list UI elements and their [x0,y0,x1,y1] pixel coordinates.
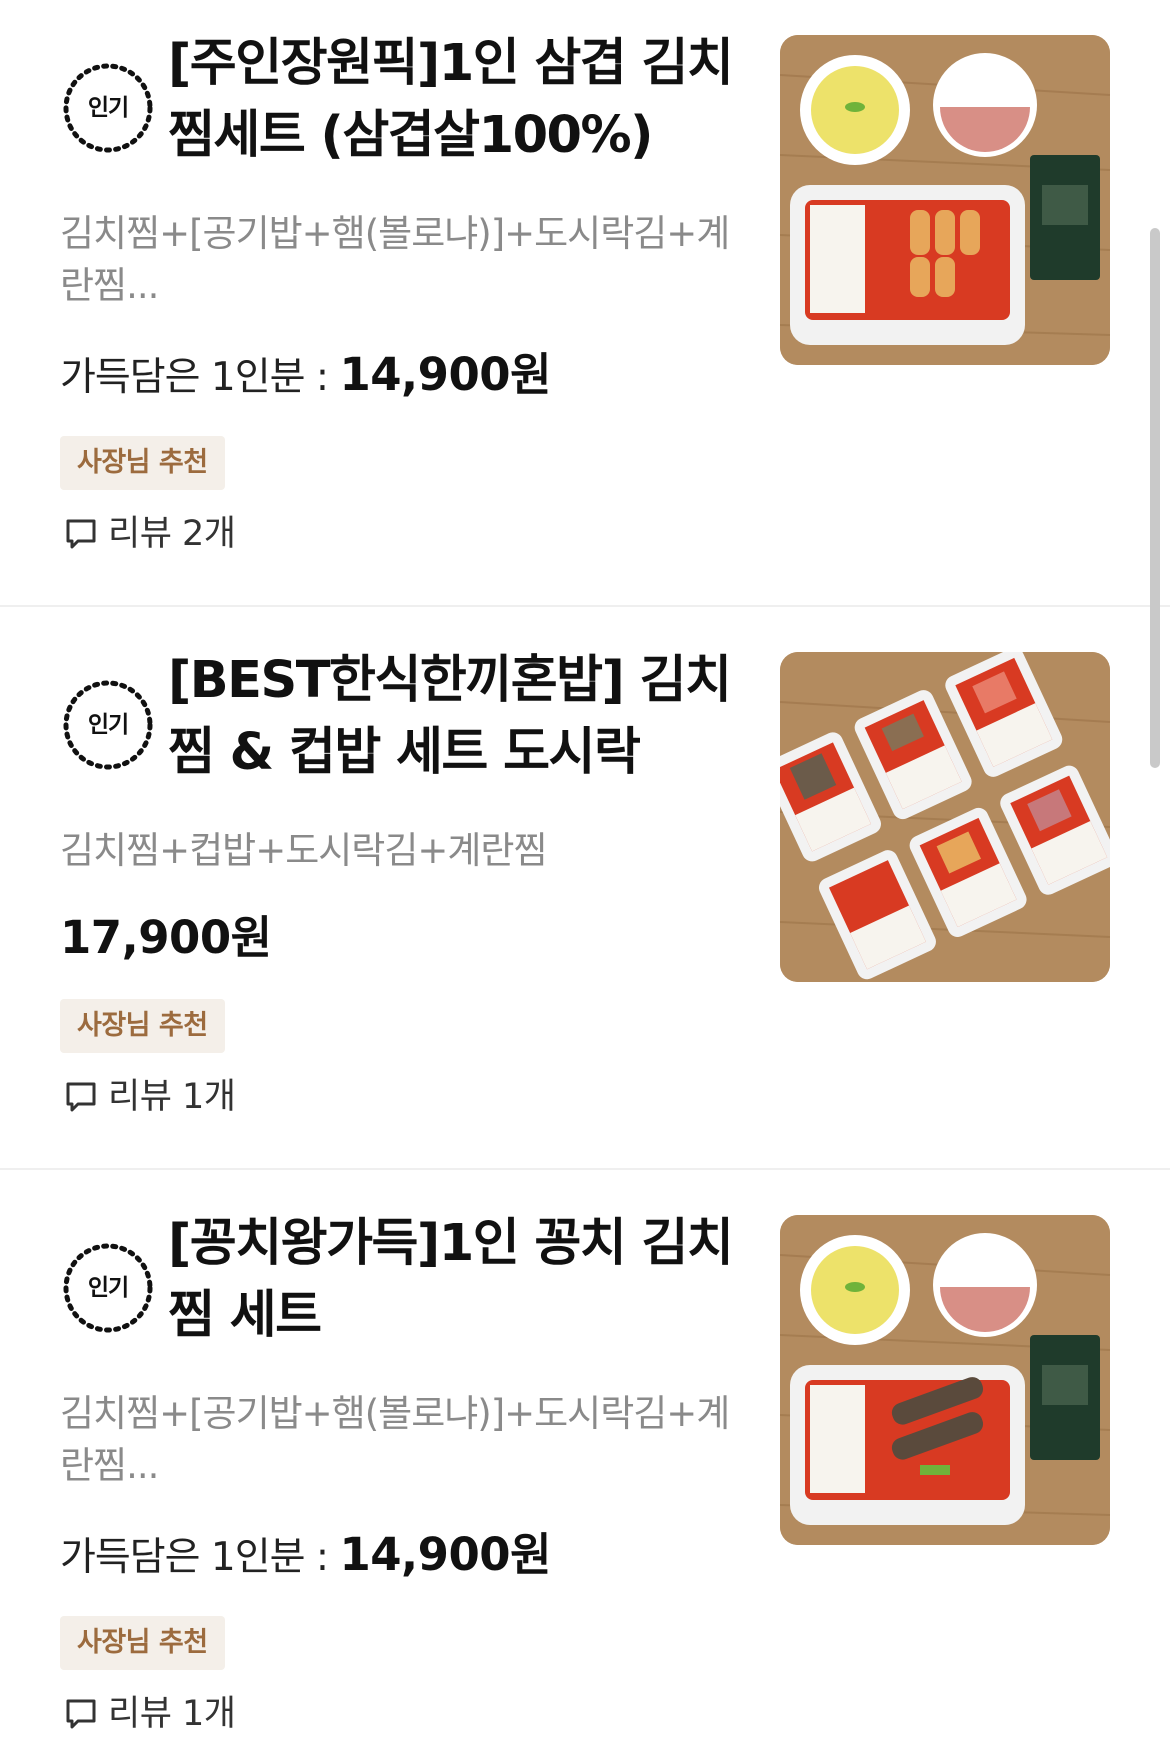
review-count: 리뷰 2개 [64,512,236,556]
review-count: 리뷰 1개 [64,1075,236,1119]
scrollbar[interactable] [1150,228,1160,768]
review-speech-bubble-icon [66,519,96,549]
item-divider [0,1168,1170,1170]
menu-item-price-row: 17,900원 [60,913,272,966]
menu-item-photo [780,652,1110,982]
menu-item-price: 14,900원 [339,1528,551,1581]
popular-badge-icon: 인기 [60,60,156,156]
menu-item-price-row: 가득담은 1인분 : 14,900원 [60,350,551,403]
menu-item-title: [꽁치왕가득]1인 꽁치 김치찜 세트 [168,1214,734,1345]
popular-badge-label: 인기 [87,712,129,738]
review-count: 리뷰 1개 [64,1692,236,1736]
popular-badge-icon: 인기 [60,677,156,773]
menu-item-3[interactable]: 인기 [꽁치왕가득]1인 꽁치 김치찜 세트 김치찜+[공기밥+햄(볼로냐)]+… [0,1180,1170,1743]
menu-item-2[interactable]: 인기 [BEST한식한끼혼밥] 김치찜 & 컵밥 세트 도시락 김치찜+컵밥+도… [0,617,1170,1180]
popular-badge-label: 인기 [87,95,129,121]
menu-item-photo [780,35,1110,365]
price-prefix: 가득담은 1인분 : [60,355,340,400]
menu-item-title: [BEST한식한끼혼밥] 김치찜 & 컵밥 세트 도시락 [168,651,732,782]
owner-recommend-tag: 사장님 추천 [60,436,225,490]
menu-item-photo [780,1215,1110,1545]
menu-item-price: 17,900원 [60,911,272,964]
menu-item-1[interactable]: 인기 [주인장원픽]1인 삼겹 김치찜세트 (삼겹살100%) 김치찜+[공기밥… [0,0,1170,563]
menu-item-description: 김치찜+[공기밥+햄(볼로냐)]+도시락김+계란찜... [60,212,730,307]
item-divider [0,605,1170,607]
review-speech-bubble-icon [66,1699,96,1729]
popular-badge-label: 인기 [87,1275,129,1301]
menu-item-price: 14,900원 [339,348,551,401]
price-prefix: 가득담은 1인분 : [60,1535,340,1580]
menu-item-price-row: 가득담은 1인분 : 14,900원 [60,1530,551,1583]
review-speech-bubble-icon [66,1082,96,1112]
menu-item-title: [주인장원픽]1인 삼겹 김치찜세트 (삼겹살100%) [168,34,734,165]
menu-item-description: 김치찜+컵밥+도시락김+계란찜 [60,829,548,872]
review-count-label: 리뷰 2개 [108,514,236,554]
review-count-label: 리뷰 1개 [108,1694,236,1734]
menu-item-description: 김치찜+[공기밥+햄(볼로냐)]+도시락김+계란찜... [60,1392,730,1487]
review-count-label: 리뷰 1개 [108,1077,236,1117]
owner-recommend-tag: 사장님 추천 [60,999,225,1053]
popular-badge-icon: 인기 [60,1240,156,1336]
owner-recommend-tag: 사장님 추천 [60,1616,225,1670]
